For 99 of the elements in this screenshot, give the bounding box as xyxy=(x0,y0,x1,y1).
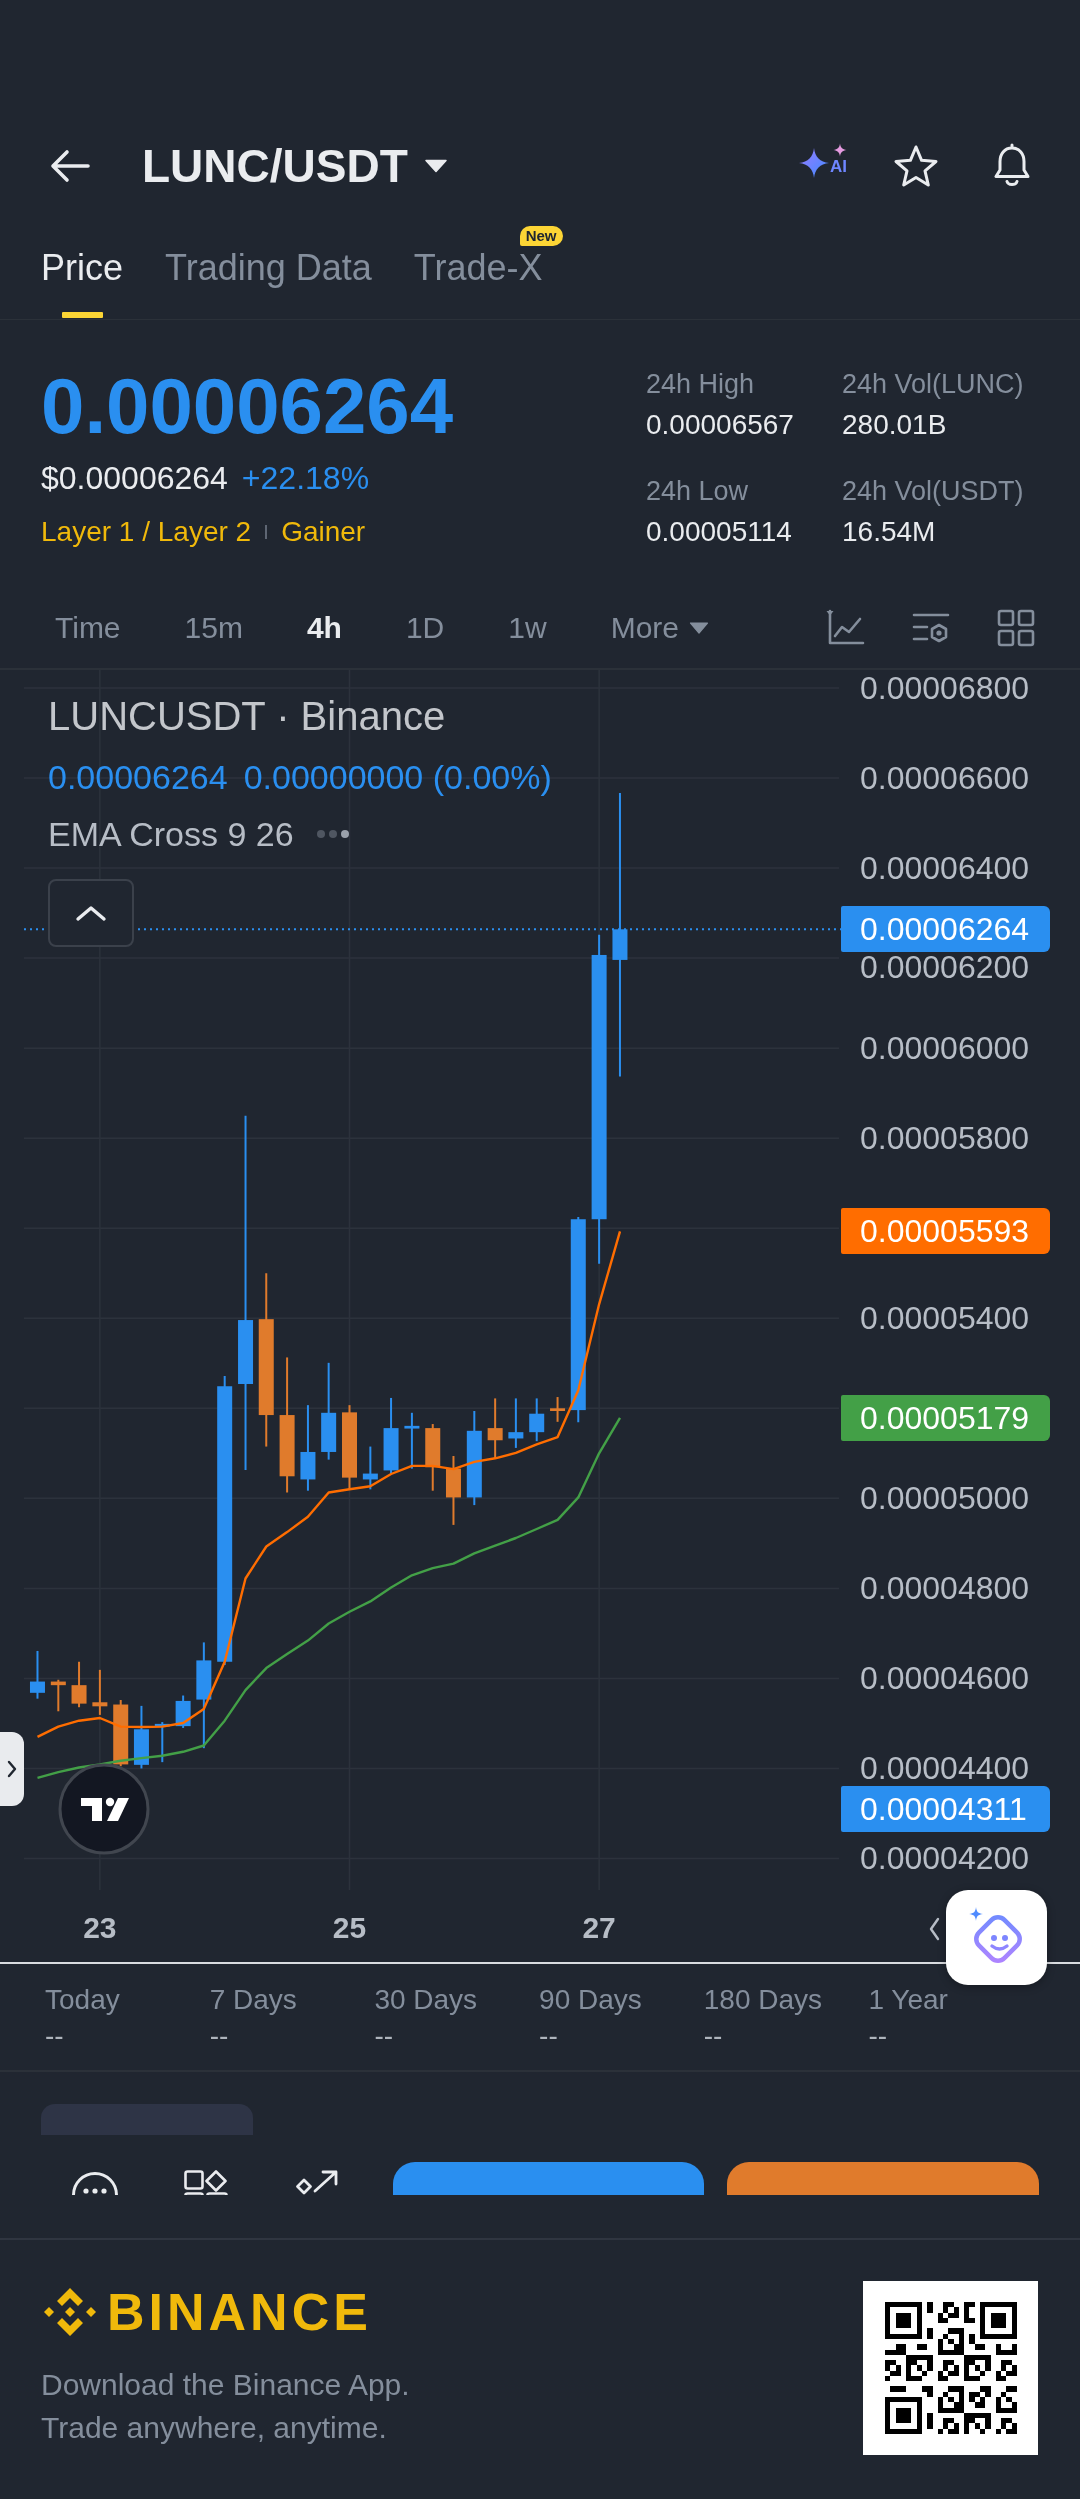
candle xyxy=(529,1397,545,1443)
category-tag[interactable]: Gainer xyxy=(281,514,366,550)
price-change: +22.18% xyxy=(241,459,370,498)
interval-tab[interactable]: Time xyxy=(55,610,121,646)
interval-tab[interactable]: 1D xyxy=(405,610,445,646)
period-label: Today xyxy=(45,1985,121,2015)
interval-tab[interactable]: More xyxy=(610,610,709,646)
interval-tab[interactable]: 15m xyxy=(184,610,243,646)
stat-value: 0.00005114 xyxy=(646,515,793,549)
candle xyxy=(362,1445,378,1491)
action-button[interactable] xyxy=(727,2162,1039,2195)
period-value: -- xyxy=(209,2019,230,2053)
star-icon[interactable] xyxy=(892,144,940,188)
tab[interactable]: Price xyxy=(41,246,124,319)
axis-label: 0.00006600 xyxy=(860,763,1030,794)
chevron-up-icon xyxy=(75,904,107,922)
candle xyxy=(425,1423,441,1492)
stat-label: 24h Vol(USDT) xyxy=(842,475,1025,508)
period-label: 90 Days xyxy=(539,1985,643,2015)
period-label: 1 Year xyxy=(868,1985,949,2015)
candle xyxy=(154,1721,170,1764)
candle xyxy=(487,1397,503,1460)
tab[interactable]: Trading Data xyxy=(165,246,372,319)
category-tag[interactable]: Layer 1 / Layer 2 xyxy=(41,514,252,550)
stat-value: 16.54M xyxy=(842,515,937,549)
tab[interactable]: Trade-X xyxy=(413,246,543,319)
candle xyxy=(133,1704,149,1770)
period-label: 180 Days xyxy=(703,1985,824,2015)
interval-tab[interactable]: 4h xyxy=(306,610,342,646)
axis-label: 0.00006800 xyxy=(860,673,1030,703)
usd-price: $0.00006264 xyxy=(41,459,228,498)
promo-text: Download the Binance App. xyxy=(41,2367,410,2403)
candle xyxy=(550,1396,566,1423)
legend-price: 0.00006264 xyxy=(48,757,228,797)
candle xyxy=(445,1455,461,1526)
candle xyxy=(404,1411,420,1470)
axis-label: 27 xyxy=(582,1910,616,1946)
arrow-left-icon[interactable] xyxy=(48,148,92,184)
shapes-icon[interactable] xyxy=(184,2170,228,2195)
axis-label: 0.00005400 xyxy=(860,1303,1030,1334)
candle xyxy=(50,1678,66,1713)
period-value: -- xyxy=(868,2019,889,2053)
caret-down-icon xyxy=(689,622,709,634)
grid-icon[interactable] xyxy=(997,609,1035,647)
period-value: -- xyxy=(374,2019,395,2053)
chart-logo-icon[interactable] xyxy=(58,1763,150,1855)
sparkle-icon xyxy=(798,147,830,179)
stat-value: 280.01B xyxy=(842,408,948,442)
axis-label: 25 xyxy=(332,1910,367,1946)
price-tag: 0.00004311 xyxy=(841,1786,1050,1832)
side-handle[interactable] xyxy=(0,1732,24,1806)
candle xyxy=(30,1649,45,1700)
price-tag: 0.00006264 xyxy=(841,906,1050,953)
new-badge: New xyxy=(519,226,563,246)
price-tag: 0.00005179 xyxy=(841,1394,1050,1441)
period-value: -- xyxy=(45,2019,65,2053)
ai-button[interactable]: AI xyxy=(798,143,847,189)
candle xyxy=(71,1660,87,1709)
axis-label: 0.00004800 xyxy=(860,1573,1030,1604)
legend-change: 0.00000000 (0.00%) xyxy=(243,757,552,797)
collapse-button[interactable] xyxy=(48,879,134,947)
candle xyxy=(92,1668,108,1716)
axis-label: 0.00005000 xyxy=(860,1483,1030,1514)
candle xyxy=(113,1699,129,1768)
chart-symbol: LUNCUSDT · Binance xyxy=(48,693,447,740)
axis-label: 0.00006200 xyxy=(860,952,1030,983)
candle xyxy=(508,1397,524,1449)
period-value: -- xyxy=(703,2019,724,2053)
period-label: 30 Days xyxy=(374,1985,479,2015)
stat-label: 24h Low xyxy=(646,475,750,508)
assistant-button[interactable] xyxy=(946,1890,1047,1985)
axis-label: 23 xyxy=(83,1910,117,1946)
tab-indicator xyxy=(62,312,103,318)
axis-label: 0.00004400 xyxy=(860,1753,1030,1784)
axis-label: 0.00005800 xyxy=(860,1123,1030,1154)
price-tag: 0.00005593 xyxy=(841,1208,1050,1255)
chevron-left-icon[interactable] xyxy=(928,1917,940,1941)
diamond-arrow-icon[interactable] xyxy=(295,2169,339,2195)
period-label: 7 Days xyxy=(209,1985,298,2015)
caret-down-icon[interactable] xyxy=(423,159,448,173)
stat-value: 0.00006567 xyxy=(646,408,795,442)
axis-label: 0.00004200 xyxy=(860,1843,1030,1874)
brand-name: BINANCE xyxy=(107,2283,372,2341)
action-button[interactable] xyxy=(393,2162,704,2195)
interval-tab[interactable]: 1w xyxy=(508,610,547,646)
period-value: -- xyxy=(539,2019,559,2053)
pair-title[interactable]: LUNC/USDT xyxy=(142,138,408,194)
promo-text: Trade anywhere, anytime. xyxy=(41,2410,388,2446)
candle xyxy=(175,1694,191,1729)
axis-label: 0.00006000 xyxy=(860,1033,1030,1064)
sparkle-icon xyxy=(833,143,847,157)
last-price: 0.00006264 xyxy=(41,361,455,452)
chevron-right-icon xyxy=(7,1760,17,1778)
more-dots-icon[interactable] xyxy=(315,829,350,839)
axis-label: 0.00004600 xyxy=(860,1663,1030,1694)
stat-label: 24h Vol(LUNC) xyxy=(842,368,1025,401)
stat-label: 24h High xyxy=(646,368,756,401)
indicator-label: EMA Cross 9 26 xyxy=(48,814,294,854)
axis-label: 0.00006400 xyxy=(860,853,1030,884)
